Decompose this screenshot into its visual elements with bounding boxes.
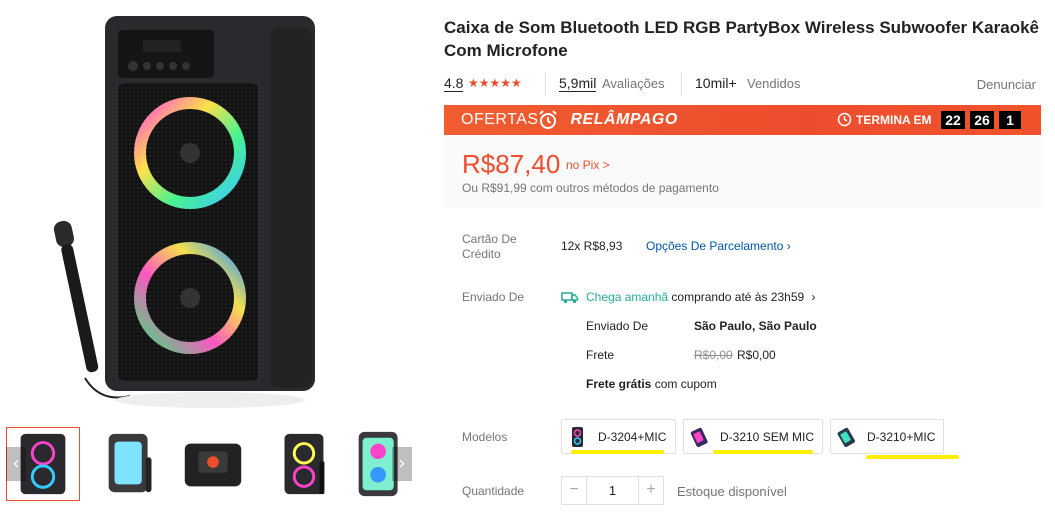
rating-value[interactable]: 4.8	[444, 75, 464, 92]
report-link[interactable]: Denunciar	[977, 77, 1036, 92]
thumbnail-4[interactable]	[266, 427, 340, 501]
reviews-label: Avaliações	[602, 76, 665, 91]
highlight-underline	[866, 455, 959, 459]
stock-status: Estoque disponível	[677, 484, 787, 499]
flash-sale-banner: OFERTAS RELÂMPAGO TERMINA EM 22 26 1	[444, 105, 1041, 135]
quantity-minus-button[interactable]: −	[562, 477, 586, 504]
shipping-fee-new: R$0,00	[737, 348, 776, 362]
divider	[545, 72, 546, 96]
chevron-left-icon: ‹	[12, 453, 20, 474]
model-option-d3210-sem-mic[interactable]: D-3210 SEM MIC	[683, 419, 823, 454]
timer-seconds: 1	[999, 111, 1021, 129]
timer-hours: 22	[941, 111, 965, 129]
chevron-right-icon: ›	[811, 290, 816, 304]
free-shipping-rest: com cupom	[654, 377, 717, 391]
price-other-methods: Ou R$91,99 com outros métodos de pagamen…	[462, 181, 719, 195]
thumbnail-2[interactable]	[96, 427, 170, 501]
truck-icon	[561, 292, 579, 304]
divider	[681, 72, 682, 96]
delivery-arrives: Chega amanhã	[586, 290, 669, 304]
alarm-clock-icon	[539, 110, 557, 129]
flash-sale-title-text: OFERTAS	[461, 111, 539, 128]
thumbnail-strip: ‹ ›	[6, 427, 414, 503]
chevron-right-icon: ›	[398, 453, 406, 474]
gallery-next-button[interactable]: ›	[392, 447, 412, 481]
pix-link[interactable]: no Pix >	[566, 158, 610, 172]
model-thumbnail-icon	[572, 427, 583, 447]
shipping-fee-label: Frete	[586, 348, 615, 362]
ends-label: TERMINA EM	[856, 113, 932, 127]
price-box: R$87,40 no Pix > Ou R$91,99 com outros m…	[444, 135, 1041, 208]
credit-label: Cartão De Crédito	[462, 232, 517, 261]
reviews-count[interactable]: 5,9mil	[559, 75, 597, 92]
installment-options-link[interactable]: Opções De Parcelamento ›	[646, 239, 791, 253]
model-thumbnail-icon	[690, 427, 708, 448]
credit-installments: 12x R$8,93	[561, 239, 623, 253]
price-value: R$87,40	[462, 149, 561, 179]
installment-options-label: Opções De Parcelamento	[646, 239, 784, 253]
model-option-label: D-3210 SEM MIC	[720, 430, 815, 444]
thumbnail-3[interactable]	[176, 427, 250, 501]
model-option-d3204-mic[interactable]: D-3204+MIC	[561, 419, 676, 454]
highlight-underline	[713, 450, 813, 454]
chevron-right-icon: ›	[786, 239, 791, 253]
model-option-label: D-3204+MIC	[598, 430, 667, 444]
model-thumbnail-icon	[837, 427, 855, 448]
models-label: Modelos	[462, 430, 508, 444]
flash-sale-title-bold: RELÂMPAGO	[570, 111, 678, 128]
model-option-label: D-3210+MIC	[867, 430, 936, 444]
free-shipping-note: Frete grátis com cupom	[586, 377, 717, 391]
delivery-estimate[interactable]: Chega amanhã comprando até às 23h59 ›	[586, 290, 816, 304]
timer-minutes: 26	[970, 111, 994, 129]
product-main-image[interactable]	[30, 8, 330, 418]
delivery-condition: comprando até às 23h59	[671, 290, 805, 304]
ship-from-label: Enviado De	[586, 319, 649, 333]
free-shipping-bold: Frete grátis	[586, 377, 652, 391]
highlight-underline	[571, 450, 664, 454]
shipping-label: Enviado De	[462, 290, 525, 304]
shipping-fee-old: R$0,00	[694, 348, 733, 362]
quantity-input[interactable]: 1	[586, 477, 639, 504]
sold-count: 10mil+	[695, 75, 737, 91]
clock-icon	[837, 112, 852, 127]
model-option-d3210-mic[interactable]: D-3210+MIC	[830, 419, 944, 454]
product-title: Caixa de Som Bluetooth LED RGB PartyBox …	[444, 18, 1039, 60]
sold-label: Vendidos	[747, 76, 801, 91]
quantity-label: Quantidade	[462, 484, 525, 498]
rating-stars-icon: ★★★★★	[468, 76, 522, 90]
gallery-prev-button[interactable]: ‹	[6, 447, 26, 481]
rating-row: 4.8 ★★★★★ 5,9mil Avaliações 10mil+ Vendi…	[444, 72, 1040, 96]
quantity-plus-button[interactable]: +	[639, 477, 663, 504]
ship-from-value: São Paulo, São Paulo	[694, 319, 817, 333]
quantity-stepper: − 1 +	[561, 476, 664, 505]
flash-sale-title: OFERTAS RELÂMPAGO	[461, 111, 678, 129]
